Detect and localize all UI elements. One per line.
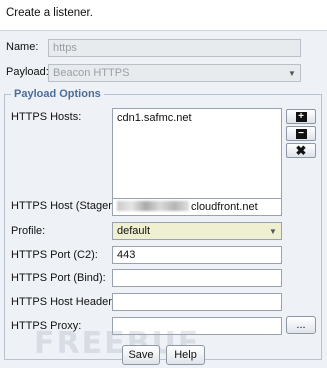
host-header-label: HTTPS Host Header: xyxy=(11,296,115,308)
list-item[interactable]: cdn1.safmc.net xyxy=(117,112,277,124)
port-c2-label: HTTPS Port (C2): xyxy=(11,249,98,261)
add-host-button[interactable]: + xyxy=(286,109,316,124)
profile-select[interactable]: default ▼ xyxy=(112,222,282,240)
port-bind-field[interactable] xyxy=(112,269,282,287)
help-button[interactable]: Help xyxy=(166,345,205,365)
save-button[interactable]: Save xyxy=(122,345,160,365)
profile-value: default xyxy=(117,225,151,237)
payload-value: Beacon HTTPS xyxy=(53,67,130,79)
port-c2-field[interactable]: 443 xyxy=(112,246,282,264)
dialog-description: Create a listener. xyxy=(6,7,93,19)
minus-icon: − xyxy=(295,128,307,139)
https-hosts-list[interactable]: cdn1.safmc.net xyxy=(112,108,282,200)
redacted-text xyxy=(117,201,189,211)
name-field[interactable]: https xyxy=(48,39,301,57)
proxy-label: HTTPS Proxy: xyxy=(11,320,82,332)
proxy-field[interactable] xyxy=(112,317,282,335)
x-icon: ✖ xyxy=(295,142,307,158)
chevron-down-icon: ▼ xyxy=(269,226,277,236)
plus-icon: + xyxy=(295,111,307,122)
clear-hosts-button[interactable]: ✖ xyxy=(286,143,316,158)
host-header-field[interactable] xyxy=(112,293,282,311)
name-label: Name: xyxy=(6,41,39,53)
payload-label: Payload: xyxy=(6,66,49,78)
stager-label: HTTPS Host (Stager): xyxy=(11,200,119,212)
stager-host-field[interactable]: cloudfront.net xyxy=(112,198,282,216)
port-bind-label: HTTPS Port (Bind): xyxy=(11,272,106,284)
https-hosts-label: HTTPS Hosts: xyxy=(11,111,82,123)
stager-host-suffix: cloudfront.net xyxy=(191,201,258,213)
profile-label: Profile: xyxy=(11,225,46,237)
dialog-header: Create a listener. xyxy=(0,0,327,31)
payload-options-legend: Payload Options xyxy=(14,88,101,100)
payload-select[interactable]: Beacon HTTPS ▼ xyxy=(48,64,301,82)
proxy-browse-button[interactable]: ... xyxy=(286,316,316,334)
chevron-down-icon: ▼ xyxy=(288,68,296,78)
remove-host-button[interactable]: − xyxy=(286,126,316,141)
